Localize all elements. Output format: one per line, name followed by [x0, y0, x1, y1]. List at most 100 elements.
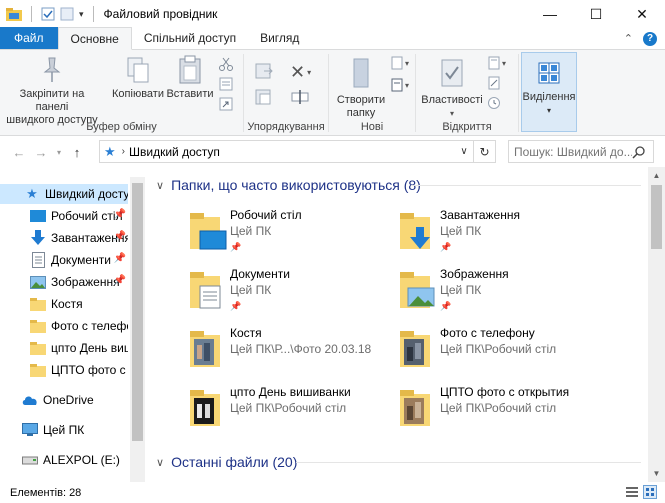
- search-box[interactable]: [508, 140, 654, 163]
- sidebar-item-kostia[interactable]: Костя: [0, 294, 128, 314]
- back-arrow-icon[interactable]: ←: [8, 145, 30, 160]
- content-scrollbar-thumb[interactable]: [651, 185, 662, 249]
- search-input[interactable]: [514, 144, 632, 159]
- sidebar-item-opening-photos[interactable]: ЦПТО фото с открытия: [0, 360, 128, 380]
- delete-button[interactable]: ✕ ▾: [290, 62, 311, 83]
- folder-tile-pictures[interactable]: Зображення Цей ПК 📌: [394, 266, 594, 316]
- recent-files-header[interactable]: ∨ Останні файли (20): [156, 452, 297, 472]
- quick-access-dropdown-icon[interactable]: ▾: [79, 9, 84, 20]
- sidebar-item-label: Цей ПК: [43, 423, 85, 437]
- explorer-folder-icon[interactable]: [6, 7, 22, 21]
- new-folder-quick-icon[interactable]: [60, 7, 74, 21]
- history-button[interactable]: [486, 96, 502, 110]
- clipboard-group-label: Буфер обміну: [86, 121, 157, 133]
- sidebar-item-this-pc[interactable]: Цей ПК: [0, 420, 128, 440]
- tile-name: Робочий стіл: [230, 208, 302, 222]
- organize-group: ✕ ▾ Упорядкування: [244, 50, 328, 136]
- frequent-folders-header[interactable]: ∨ Папки, що часто використовуються (8): [156, 175, 421, 195]
- sidebar-item-desktop[interactable]: Робочий стіл 📌: [0, 206, 128, 226]
- folder-tile-opening-photos[interactable]: ЦПТО фото с открытия Цей ПК\Робочий стіл: [394, 384, 594, 434]
- sidebar-item-phone-photos[interactable]: Фото с телефону: [0, 316, 128, 336]
- easy-access-button[interactable]: ▾: [389, 78, 409, 92]
- folder-tile-documents[interactable]: Документи Цей ПК 📌: [184, 266, 384, 316]
- sidebar-item-documents[interactable]: Документи 📌: [0, 250, 128, 270]
- maximize-button[interactable]: ☐: [573, 0, 619, 28]
- tile-location: Цей ПК\Робочий стіл: [440, 342, 557, 356]
- large-icons-view-icon[interactable]: [643, 485, 657, 499]
- sidebar-scrollbar-thumb[interactable]: [132, 183, 143, 441]
- scroll-down-icon[interactable]: ▼: [648, 469, 665, 478]
- sidebar-item-downloads[interactable]: Завантаження 📌: [0, 228, 128, 248]
- photo-folder-icon: [400, 390, 430, 426]
- folder-tile-kostia[interactable]: Костя Цей ПК\Р...\Фото 20.03.18: [184, 325, 384, 375]
- open-button[interactable]: ▾: [486, 56, 506, 70]
- copy-button[interactable]: Копіювати: [110, 54, 166, 101]
- move-to-button[interactable]: [254, 62, 278, 80]
- new-group-label: Нові: [360, 121, 384, 133]
- tile-name: Завантаження: [440, 208, 520, 222]
- edit-button[interactable]: [486, 76, 502, 90]
- sidebar-item-quick-access[interactable]: ★ Швидкий доступ: [0, 184, 128, 204]
- help-icon[interactable]: ?: [643, 32, 657, 46]
- pin-icon[interactable]: 📌: [114, 231, 126, 242]
- open-icon: [488, 56, 500, 70]
- breadcrumb-chevron-icon[interactable]: ›: [122, 146, 125, 157]
- close-button[interactable]: ✕: [619, 0, 665, 28]
- tab-home[interactable]: Основне: [57, 27, 132, 50]
- pin-icon[interactable]: 📌: [114, 275, 126, 286]
- address-path[interactable]: Швидкий доступ: [129, 145, 220, 159]
- rename-button[interactable]: [290, 88, 310, 106]
- properties-check-icon[interactable]: [41, 7, 55, 21]
- new-item-icon: [391, 56, 403, 70]
- tab-share[interactable]: Спільний доступ: [132, 27, 248, 49]
- address-bar[interactable]: ★ › Швидкий доступ ∨ ↻: [99, 140, 496, 163]
- folder-tile-desktop[interactable]: Робочий стіл Цей ПК 📌: [184, 207, 384, 257]
- photo-folder-icon: [190, 390, 220, 426]
- sidebar-item-drive-e[interactable]: ALEXPOL (E:): [0, 450, 128, 470]
- details-view-icon[interactable]: [625, 485, 639, 499]
- content-scrollbar[interactable]: ▲ ▼: [648, 167, 665, 482]
- folder-tile-vyshyvanka[interactable]: цпто День вишиванки Цей ПК\Робочий стіл: [184, 384, 384, 434]
- tile-name: Документи: [230, 267, 290, 281]
- minimize-button[interactable]: —: [527, 0, 573, 28]
- folder-tile-downloads[interactable]: Завантаження Цей ПК 📌: [394, 207, 594, 257]
- pin-icon[interactable]: 📌: [114, 209, 126, 220]
- pin-quick-access-button[interactable]: Закріпити на панелі швидкого доступу: [6, 54, 98, 127]
- tile-location: Цей ПК: [230, 283, 272, 297]
- scissors-icon: [219, 57, 233, 71]
- tile-name: Зображення: [440, 267, 509, 281]
- new-folder-button[interactable]: Створити папку: [333, 54, 389, 120]
- pictures-folder-icon: [400, 272, 435, 308]
- sidebar-item-label: цпто День вишиванки: [51, 341, 128, 355]
- folder-tile-phone-photos[interactable]: Фото с телефону Цей ПК\Робочий стіл: [394, 325, 594, 375]
- pin-icon: [43, 57, 61, 82]
- recent-locations-icon[interactable]: ▾: [52, 148, 66, 157]
- refresh-icon[interactable]: ↻: [473, 141, 495, 162]
- chevron-down-icon[interactable]: ∨: [156, 456, 164, 469]
- address-history-dropdown-icon[interactable]: ∨: [455, 146, 473, 157]
- scroll-up-icon[interactable]: ▲: [648, 171, 665, 180]
- copy-path-button[interactable]: [218, 76, 234, 92]
- sidebar-item-pictures[interactable]: Зображення 📌: [0, 272, 128, 292]
- tab-view[interactable]: Вигляд: [248, 27, 311, 49]
- collapse-ribbon-icon[interactable]: ⌃: [624, 32, 633, 46]
- picture-icon: [30, 275, 46, 289]
- select-button[interactable]: Виділення ▾: [521, 52, 577, 132]
- paste-shortcut-button[interactable]: [218, 96, 234, 112]
- easy-access-icon: [391, 78, 403, 92]
- sidebar-scrollbar[interactable]: [130, 177, 145, 482]
- paste-button[interactable]: Вставити: [165, 54, 215, 101]
- pin-icon[interactable]: 📌: [114, 253, 126, 264]
- tab-file[interactable]: Файл: [0, 27, 58, 49]
- up-arrow-icon[interactable]: ↑: [66, 145, 88, 160]
- sidebar-item-vyshyvanka[interactable]: цпто День вишиванки: [0, 338, 128, 358]
- status-bar: Елементів: 28: [0, 482, 665, 503]
- copy-to-button[interactable]: [254, 88, 278, 106]
- chevron-down-icon[interactable]: ∨: [156, 179, 164, 192]
- new-item-button[interactable]: ▾: [389, 56, 409, 70]
- forward-arrow-icon[interactable]: →: [30, 145, 52, 160]
- sidebar-item-onedrive[interactable]: OneDrive: [0, 390, 128, 410]
- properties-button[interactable]: Властивості ▾: [420, 54, 484, 120]
- tile-name: цпто День вишиванки: [230, 385, 351, 399]
- cut-button[interactable]: [218, 56, 234, 72]
